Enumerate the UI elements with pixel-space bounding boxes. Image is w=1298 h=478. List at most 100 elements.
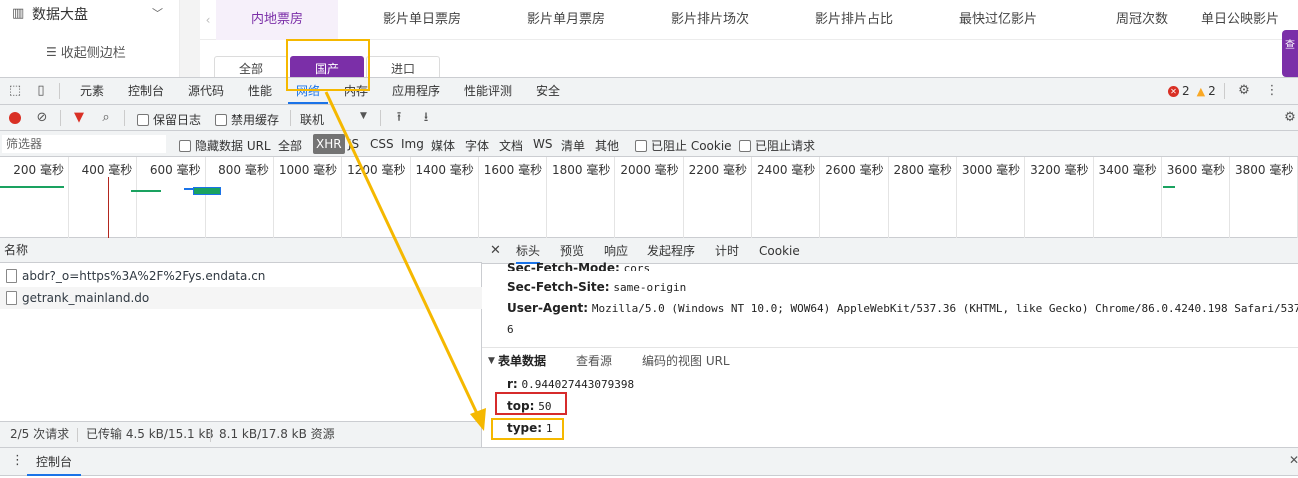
timeline-tick-label: 200 毫秒: [13, 163, 64, 177]
divider: [1224, 83, 1225, 99]
tab-fastest-100m[interactable]: 最快过亿影片: [928, 0, 1068, 40]
blocked-cookies-checkbox[interactable]: 已阻止 Cookie: [635, 137, 732, 154]
warning-count: 2: [1208, 84, 1216, 98]
nav-prev-icon[interactable]: ‹: [200, 0, 216, 40]
highlight-top-field: [495, 392, 567, 415]
tab-cookies[interactable]: Cookie: [759, 238, 800, 264]
tab-elements[interactable]: 元素: [72, 78, 112, 104]
view-url-encoded-link[interactable]: 编码的视图 URL: [642, 348, 730, 374]
tab-lighthouse[interactable]: 性能评测: [456, 78, 520, 104]
device-toolbar-icon[interactable]: ▯: [33, 83, 49, 99]
filter-type-media[interactable]: 媒体: [431, 137, 455, 154]
hide-data-urls-checkbox[interactable]: 隐藏数据 URL: [179, 137, 271, 154]
disable-cache-checkbox[interactable]: 禁用缓存: [215, 111, 279, 128]
divider: [124, 110, 125, 126]
filter-type-manifest[interactable]: 清单: [561, 137, 585, 154]
subtab-imported[interactable]: 进口: [366, 56, 440, 78]
timeline-tick-label: 2200 毫秒: [688, 163, 747, 177]
timeline-tick-label: 1800 毫秒: [552, 163, 611, 177]
tab-console[interactable]: 控制台: [120, 78, 172, 104]
timeline-tick-label: 3800 毫秒: [1235, 163, 1294, 177]
subtab-all[interactable]: 全部: [214, 56, 288, 78]
filter-type-doc[interactable]: 文档: [499, 137, 523, 154]
tab-mainland-box-office[interactable]: 内地票房: [216, 0, 338, 40]
clear-icon[interactable]: ⊘: [34, 110, 50, 126]
checkbox-box: [179, 139, 191, 152]
throttling-select[interactable]: 联机: [300, 111, 324, 128]
tab-application[interactable]: 应用程序: [384, 78, 448, 104]
timeline-tick-label: 2600 毫秒: [825, 163, 884, 177]
filter-type-js[interactable]: JS: [348, 137, 359, 151]
request-row[interactable]: getrank_mainland.do: [0, 287, 482, 309]
dropdown-arrow-icon[interactable]: ▼: [360, 111, 367, 121]
header-row: User-Agent: Mozilla/5.0 (Windows NT 10.0…: [507, 301, 1298, 315]
checkbox-box: [739, 139, 751, 152]
header-key: User-Agent:: [507, 301, 589, 315]
network-settings-icon[interactable]: ⚙: [1282, 110, 1298, 126]
chevron-down-icon[interactable]: ﹀: [152, 5, 166, 20]
timeline-tick-label: 3200 毫秒: [1030, 163, 1089, 177]
waterfall-bar: [131, 190, 161, 192]
filter-input[interactable]: 筛选器: [2, 135, 166, 153]
view-source-link[interactable]: 查看源: [576, 348, 612, 374]
timeline-tick-label: 3000 毫秒: [961, 163, 1021, 177]
error-count: 2: [1182, 84, 1190, 98]
search-icon[interactable]: ⌕: [98, 110, 114, 126]
header-row: Sec-Fetch-Mode: cors: [507, 261, 650, 271]
tab-security[interactable]: 安全: [528, 78, 568, 104]
network-overview-timeline[interactable]: 200 毫秒 400 毫秒 600 毫秒 800 毫秒 1000 毫秒 1200 毫秒 14…: [0, 157, 1298, 238]
tab-monthly-box-office[interactable]: 影片单月票房: [496, 0, 636, 40]
timeline-tick-label: 800 毫秒: [218, 163, 269, 177]
filter-type-other[interactable]: 其他: [595, 137, 619, 154]
request-name: abdr?_o=https%3A%2F%2Fys.endata.cn: [22, 269, 266, 283]
filter-type-img[interactable]: Img: [401, 137, 424, 151]
header-value: Mozilla/5.0 (Windows NT 10.0; WOW64) App…: [591, 302, 1298, 315]
divider: [290, 110, 291, 126]
drawer-tab-console[interactable]: 控制台: [27, 448, 82, 476]
collapse-icon: ☰: [46, 44, 57, 59]
tab-sources[interactable]: 源代码: [180, 78, 232, 104]
inspect-element-icon[interactable]: ⬚: [7, 83, 23, 99]
tab-daily-box-office[interactable]: 影片单日票房: [352, 0, 492, 40]
filter-type-font[interactable]: 字体: [465, 137, 489, 154]
request-row[interactable]: abdr?_o=https%3A%2F%2Fys.endata.cn: [0, 265, 482, 287]
divider: [59, 83, 60, 99]
float-query-button[interactable]: 查: [1282, 30, 1298, 77]
tab-screenings[interactable]: 影片排片场次: [640, 0, 780, 40]
filter-type-css[interactable]: CSS: [370, 137, 394, 151]
close-icon[interactable]: ✕: [490, 243, 501, 258]
request-detail-pane: ✕ 标头 预览 响应 发起程序 计时 Cookie Sec-Fetch-Mode…: [482, 238, 1298, 447]
filter-type-all[interactable]: 全部: [278, 137, 302, 154]
tab-performance[interactable]: 性能: [240, 78, 280, 104]
preserve-log-checkbox[interactable]: 保留日志: [137, 111, 201, 128]
more-options-icon[interactable]: ⋮: [1264, 83, 1280, 99]
tab-screening-share[interactable]: 影片排片占比: [784, 0, 924, 40]
issue-counter[interactable]: ✕ 2 ▲ 2: [1168, 84, 1216, 98]
warning-icon: ▲: [1196, 84, 1206, 98]
filter-type-ws[interactable]: WS: [533, 137, 552, 151]
gear-icon[interactable]: ⚙: [1236, 83, 1252, 99]
console-drawer: ⋮ 控制台 ✕: [0, 447, 1298, 478]
filter-icon[interactable]: ▼: [71, 110, 87, 126]
record-icon[interactable]: [9, 112, 21, 124]
drawer-menu-icon[interactable]: ⋮: [11, 453, 24, 468]
transferred-size: 已传输 4.5 kB/15.1 kB: [86, 427, 214, 441]
tab-timing[interactable]: 计时: [715, 238, 739, 264]
filter-type-xhr[interactable]: XHR: [313, 134, 345, 154]
import-har-icon[interactable]: ⭱: [391, 110, 407, 126]
close-drawer-icon[interactable]: ✕: [1289, 453, 1298, 467]
form-field-key: r:: [507, 377, 518, 391]
waterfall-bar: [0, 186, 64, 188]
highlight-domestic-tab: [286, 39, 370, 91]
sidebar-title-row[interactable]: ▥ 数据大盘: [12, 4, 88, 24]
highlight-type-field: [491, 418, 564, 440]
tab-initiator[interactable]: 发起程序: [647, 238, 695, 264]
column-header-name[interactable]: 名称: [0, 238, 482, 263]
expand-triangle-icon: ▼: [488, 356, 495, 366]
blocked-requests-checkbox[interactable]: 已阻止请求: [739, 137, 815, 154]
form-data-section-header[interactable]: ▼ 表单数据 查看源 编码的视图 URL: [482, 347, 1298, 373]
export-har-icon[interactable]: ⭳: [418, 110, 434, 126]
collapse-sidebar-button[interactable]: ☰ 收起侧边栏: [46, 42, 126, 62]
tab-weekly-champion[interactable]: 周冠次数: [1072, 0, 1212, 40]
timeline-tick-label: 1200 毫秒: [347, 163, 406, 177]
